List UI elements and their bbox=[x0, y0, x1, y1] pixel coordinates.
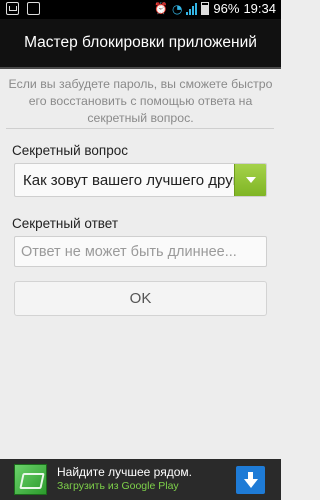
page-title: Мастер блокировки приложений bbox=[24, 34, 257, 51]
signal-icon bbox=[186, 2, 198, 15]
clock: 19:34 bbox=[243, 1, 276, 16]
divider bbox=[6, 128, 274, 129]
question-select[interactable]: Как зовут вашего лучшего друга? bbox=[14, 163, 267, 197]
mail-icon bbox=[6, 2, 19, 15]
answer-label: Секретный ответ bbox=[12, 216, 119, 231]
battery-icon bbox=[201, 2, 210, 15]
download-icon[interactable] bbox=[236, 466, 265, 494]
question-label: Секретный вопрос bbox=[12, 143, 128, 158]
app-icon bbox=[14, 464, 47, 495]
wifi-icon: ◔ bbox=[171, 1, 183, 16]
battery-percent: 96% bbox=[213, 1, 240, 16]
clipboard-icon bbox=[27, 2, 40, 15]
answer-input[interactable] bbox=[14, 236, 267, 267]
ok-button[interactable]: OK bbox=[14, 281, 267, 316]
question-selected-value: Как зовут вашего лучшего друга? bbox=[23, 172, 255, 189]
dropdown-arrow-icon[interactable] bbox=[234, 164, 266, 196]
ad-subtitle: Загрузить из Google Play bbox=[57, 480, 179, 492]
title-bar: Мастер блокировки приложений bbox=[0, 19, 281, 69]
alarm-icon: ⏰ bbox=[154, 2, 168, 15]
ad-banner[interactable]: Найдите лучшее рядом. Загрузить из Googl… bbox=[0, 459, 281, 500]
hint-text: Если вы забудете пароль, вы сможете быст… bbox=[8, 77, 273, 125]
status-bar: ⏰ ◔ 96% 19:34 bbox=[0, 0, 281, 19]
ad-title: Найдите лучшее рядом. bbox=[57, 465, 192, 479]
